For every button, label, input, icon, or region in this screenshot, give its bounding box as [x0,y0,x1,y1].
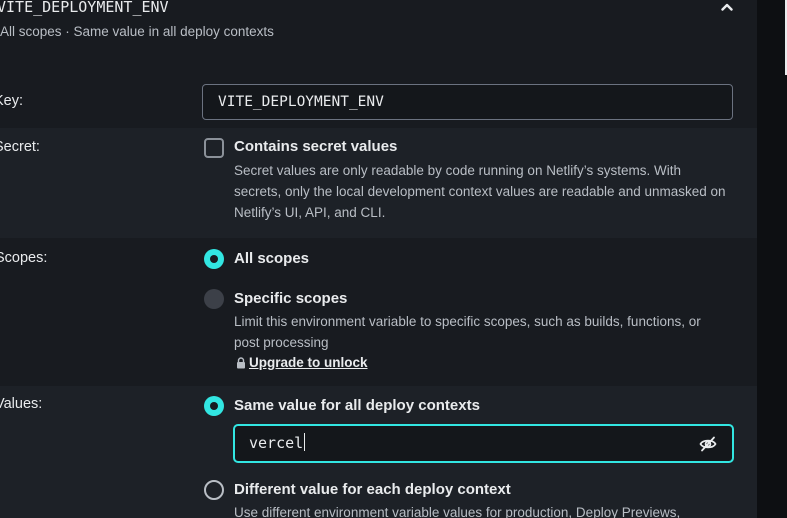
all-scopes-radio[interactable] [204,249,224,269]
values-label: Values: [0,396,43,412]
key-row: Key: VITE_DEPLOYMENT_ENV [0,75,757,128]
scopes-label: Scopes: [0,250,48,266]
different-value-radio[interactable] [204,480,224,500]
secret-option-title: Contains secret values [234,138,398,155]
specific-scopes-radio[interactable] [204,289,224,309]
toggle-visibility-button[interactable] [698,434,718,454]
values-row: Values: Same value for all deploy contex… [0,386,757,518]
different-value-description: Use different environment variable value… [234,505,681,518]
upgrade-to-unlock-link[interactable]: Upgrade to unlock [236,355,368,370]
same-value-label[interactable]: Same value for all deploy contexts [234,397,480,414]
secret-label: Secret: [0,139,40,155]
secret-row: Secret: Contains secret values Secret va… [0,128,757,238]
key-label: Key: [0,93,24,109]
environment-variable-panel: VITE_DEPLOYMENT_ENV All scopes · Same va… [0,0,757,518]
specific-scopes-description: Limit this environment variable to speci… [234,314,701,350]
value-input-text: vercel [249,434,304,452]
variable-title: VITE_DEPLOYMENT_ENV [0,0,169,16]
key-input[interactable]: VITE_DEPLOYMENT_ENV [202,84,733,120]
secret-checkbox[interactable] [204,138,224,158]
variable-summary: All scopes · Same value in all deploy co… [0,24,274,39]
lock-icon [237,356,245,368]
value-input[interactable]: vercel [233,424,734,463]
same-value-radio[interactable] [204,396,224,416]
collapse-button[interactable] [716,0,738,16]
scopes-row: Scopes: All scopes Specific scopes Limit… [0,238,757,386]
upgrade-link-text[interactable]: Upgrade to unlock [249,355,368,370]
text-caret [304,433,306,451]
specific-scopes-label[interactable]: Specific scopes [234,290,347,307]
all-scopes-label[interactable]: All scopes [234,250,309,267]
different-value-label[interactable]: Different value for each deploy context [234,481,511,498]
secret-option-description: Secret values are only readable by code … [234,163,726,220]
page-gutter [757,0,787,518]
chevron-up-icon [721,3,733,11]
eye-slash-icon [699,436,717,452]
